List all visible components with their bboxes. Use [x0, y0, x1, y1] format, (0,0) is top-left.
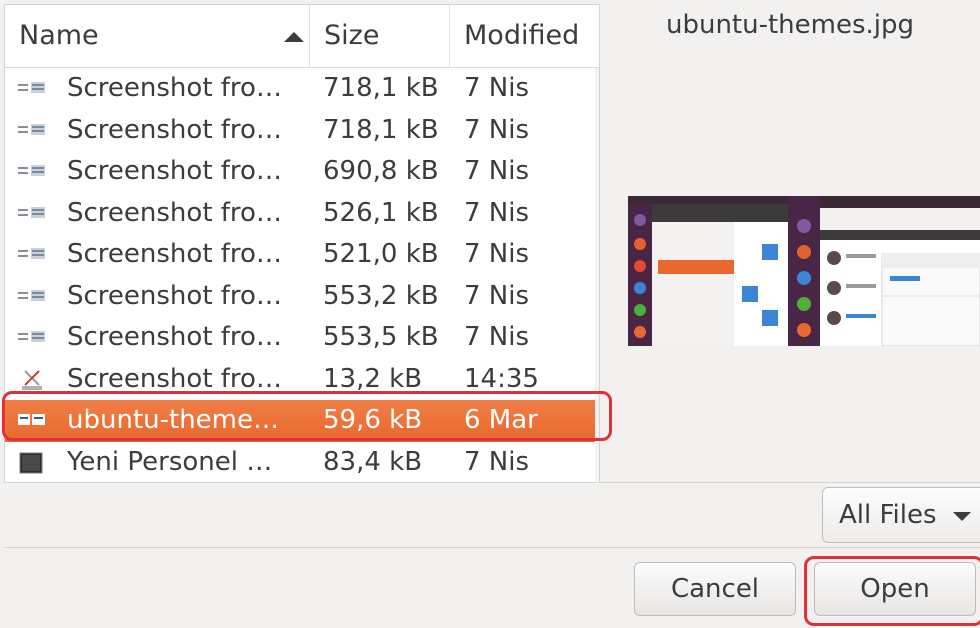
- file-modified: 7 Nis: [464, 322, 530, 352]
- terminal-thumbnail-icon: [17, 452, 47, 474]
- file-modified: 6 Mar: [464, 405, 538, 435]
- file-name: Screenshot fro…: [67, 280, 282, 311]
- image-thumbnail-icon: [17, 410, 47, 432]
- file-size: 718,1 kB: [323, 73, 439, 103]
- file-name: Screenshot fro…: [67, 363, 282, 394]
- open-button[interactable]: Open: [814, 562, 976, 616]
- preview-filename: ubuntu-themes.jpg: [665, 10, 915, 40]
- image-thumbnail-icon: [17, 244, 47, 266]
- file-row[interactable]: Screenshot fro… 521,0 kB 7 Nis: [5, 234, 599, 276]
- chevron-down-icon: [953, 512, 971, 521]
- file-name: Screenshot fro…: [67, 197, 282, 228]
- image-thumbnail-icon: [17, 120, 47, 142]
- file-chooser-dialog: Name Size Modified Screenshot fro… 718,1 …: [0, 0, 980, 628]
- file-modified: 7 Nis: [464, 197, 530, 228]
- file-size: 526,1 kB: [323, 197, 439, 228]
- file-name: Yeni Personel …: [67, 446, 273, 477]
- column-header-name[interactable]: Name: [19, 5, 309, 67]
- file-size: 59,6 kB: [323, 405, 423, 435]
- image-thumbnail-icon: [17, 327, 47, 349]
- image-thumbnail-icon: [17, 203, 47, 225]
- file-size: 553,2 kB: [323, 280, 439, 311]
- file-size: 553,5 kB: [323, 322, 439, 352]
- file-modified: 7 Nis: [464, 239, 530, 269]
- file-row[interactable]: Screenshot fro… 718,1 kB 7 Nis: [5, 68, 599, 110]
- preview-image: [628, 196, 980, 346]
- filter-bar: All Files: [4, 482, 980, 548]
- file-modified: 14:35: [464, 363, 539, 394]
- file-modified: 7 Nis: [464, 156, 530, 186]
- file-row[interactable]: Screenshot fro… 690,8 kB 7 Nis: [5, 151, 599, 193]
- image-thumbnail-icon: [17, 286, 47, 308]
- file-row[interactable]: ubuntu-theme… 59,6 kB 6 Mar: [5, 400, 599, 442]
- file-list-header: Name Size Modified: [5, 5, 599, 68]
- file-row[interactable]: Screenshot fro… 718,1 kB 7 Nis: [5, 110, 599, 152]
- file-list: Screenshot fro… 718,1 kB 7 Nis Screenshot f…: [5, 68, 599, 483]
- file-list-scrollbar[interactable]: [595, 68, 599, 482]
- file-name: Screenshot fro…: [67, 73, 282, 103]
- file-type-filter-value: All Files: [839, 500, 937, 530]
- column-header-modified-label: Modified: [464, 20, 580, 51]
- file-list-panel: Name Size Modified Screenshot fro… 718,1 …: [4, 4, 600, 483]
- file-row[interactable]: Screenshot fro… 13,2 kB 14:35: [5, 359, 599, 401]
- file-modified: 7 Nis: [464, 114, 530, 145]
- file-name: Screenshot fro…: [67, 322, 282, 352]
- column-header-size-label: Size: [324, 20, 380, 51]
- column-header-name-label: Name: [19, 20, 99, 51]
- sort-ascending-icon: [284, 32, 304, 42]
- file-size: 521,0 kB: [323, 239, 439, 269]
- file-row[interactable]: Screenshot fro… 526,1 kB 7 Nis: [5, 193, 599, 235]
- image-broken-icon: [17, 369, 47, 391]
- image-thumbnail-icon: [17, 161, 47, 183]
- file-type-filter-dropdown[interactable]: All Files: [822, 487, 980, 543]
- file-modified: 7 Nis: [464, 446, 530, 477]
- file-name: ubuntu-theme…: [67, 405, 279, 435]
- file-row[interactable]: Yeni Personel … 83,4 kB 7 Nis: [5, 442, 599, 484]
- cancel-button[interactable]: Cancel: [634, 562, 796, 616]
- file-name: Screenshot fro…: [67, 239, 282, 269]
- file-size: 718,1 kB: [323, 114, 439, 145]
- file-size: 83,4 kB: [323, 446, 423, 477]
- file-size: 690,8 kB: [323, 156, 439, 186]
- file-name: Screenshot fro…: [67, 156, 282, 186]
- image-thumbnail-icon: [17, 78, 47, 100]
- file-row[interactable]: Screenshot fro… 553,5 kB 7 Nis: [5, 317, 599, 359]
- file-name: Screenshot fro…: [67, 114, 282, 145]
- column-header-size[interactable]: Size: [309, 5, 457, 67]
- file-modified: 7 Nis: [464, 280, 530, 311]
- file-size: 13,2 kB: [323, 363, 423, 394]
- column-header-modified[interactable]: Modified: [449, 5, 599, 67]
- file-modified: 7 Nis: [464, 73, 530, 103]
- file-row[interactable]: Screenshot fro… 553,2 kB 7 Nis: [5, 276, 599, 318]
